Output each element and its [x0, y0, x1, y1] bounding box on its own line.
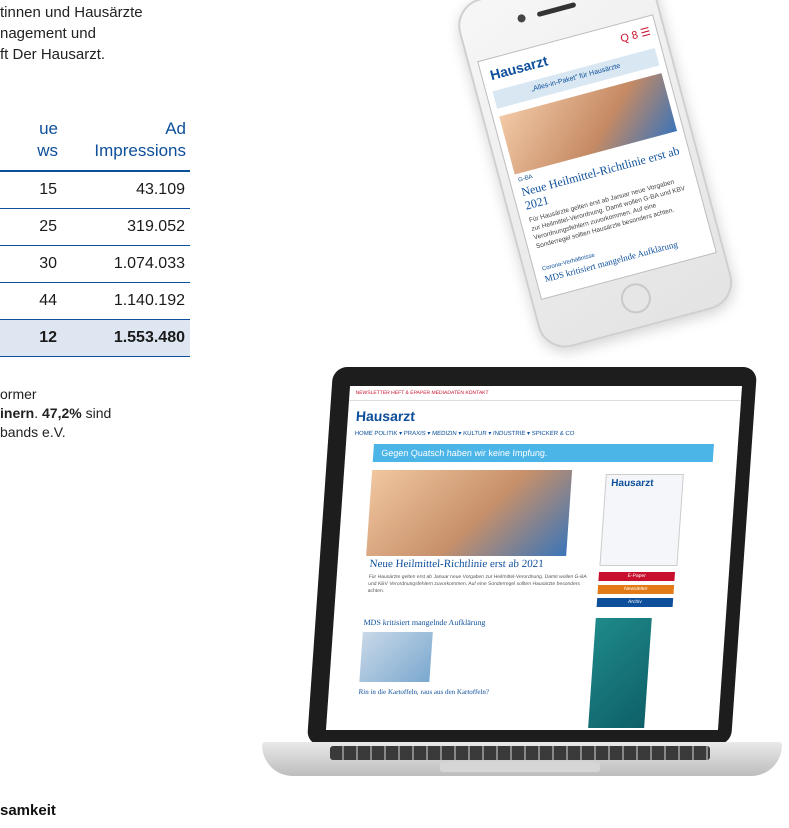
intro-line: nagement und	[0, 25, 96, 42]
table-row: 44 1.140.192	[0, 282, 190, 320]
table-row: 30 1.074.033	[0, 245, 190, 283]
laptop-top-bar: NEWSLETTER HEFT & EPAPER MEDIADATEN KONT…	[348, 386, 743, 401]
note-line: bands e.V.	[0, 424, 66, 440]
laptop-article-image	[366, 470, 573, 556]
section-heading: samkeit	[0, 802, 56, 819]
table-cell: 15	[0, 171, 62, 209]
column-header-line: ws	[37, 141, 58, 160]
intro-text: tinnen und Hausärzte nagement und ft Der…	[0, 2, 300, 65]
column-header-ad-impressions: Ad Impressions	[62, 118, 190, 172]
table-total-row: 12 1.553.480	[0, 319, 190, 357]
laptop-epaper-button: E-Paper	[598, 572, 676, 581]
laptop-sidebar-ad	[588, 618, 652, 728]
table-cell: 1.074.033	[62, 245, 190, 283]
intro-line: ft Der Hausarzt.	[0, 46, 106, 63]
table-cell: 30	[0, 245, 62, 283]
phone-header-icons: Q 8 ☰	[619, 25, 652, 46]
note-text: .	[34, 405, 43, 421]
intro-line: tinnen und Hausärzte	[0, 4, 143, 21]
column-header-line: Ad	[165, 119, 186, 138]
table-cell: 1.553.480	[62, 319, 190, 357]
note-bold: inern	[0, 405, 35, 421]
table-cell: 25	[0, 208, 62, 246]
phone-screen: Hausarzt Q 8 ☰ „Alles-in-Paket" für Haus…	[477, 14, 717, 300]
table-cell: 43.109	[62, 171, 190, 209]
table-row: 15 43.109	[0, 171, 190, 209]
laptop-nav: HOME POLITIK ▾ PRAXIS ▾ MEDIZIN ▾ KULTUR…	[354, 431, 575, 437]
phone-mockup: Hausarzt Q 8 ☰ „Alles-in-Paket" für Haus…	[452, 0, 739, 354]
footnote-text: ormer inern. 47,2% sind bands e.V.	[0, 385, 240, 442]
table-cell: 44	[0, 282, 62, 320]
laptop-article3-headline: Rin in die Kartoffeln, raus aus den Kart…	[358, 688, 490, 696]
table-cell: 12	[0, 319, 62, 357]
column-header-line: ue	[39, 119, 58, 138]
laptop-screen: NEWSLETTER HEFT & EPAPER MEDIADATEN KONT…	[325, 386, 743, 730]
laptop-archive-button: Archiv	[596, 598, 674, 607]
note-line: inern. 47,2% sind	[0, 404, 240, 423]
laptop-newsletter-button: Newsletter	[597, 585, 675, 594]
laptop-ad-banner: Gegen Quatsch haben wir keine Impfung.	[372, 444, 714, 462]
table-cell: 1.140.192	[62, 282, 190, 320]
laptop-keyboard	[330, 746, 710, 760]
table-cell: 319.052	[62, 208, 190, 246]
column-header-line: Impressions	[94, 141, 186, 160]
note-text: sind	[81, 405, 112, 421]
laptop-magazine-title: Hausarzt	[610, 478, 654, 489]
laptop-trackpad	[440, 762, 600, 772]
laptop-logo: Hausarzt	[355, 408, 416, 424]
laptop-article2-image	[359, 632, 433, 682]
note-percentage: 47,2%	[42, 405, 82, 421]
laptop-article2-headline: MDS kritisiert mangelnde Aufklärung	[363, 618, 486, 627]
table-row: 25 319.052	[0, 208, 190, 246]
table-header-row: ue ws Ad Impressions	[0, 118, 190, 172]
laptop-article-headline: Neue Heilmittel-Richtlinie erst ab 2021	[369, 558, 545, 570]
column-header-views: ue ws	[0, 118, 62, 172]
laptop-article-text: Für Hausärzte gelten erst ab Januar neue…	[367, 574, 587, 594]
stats-table: ue ws Ad Impressions 15 43.109 25 319.05…	[0, 118, 190, 357]
note-line: ormer	[0, 386, 37, 402]
